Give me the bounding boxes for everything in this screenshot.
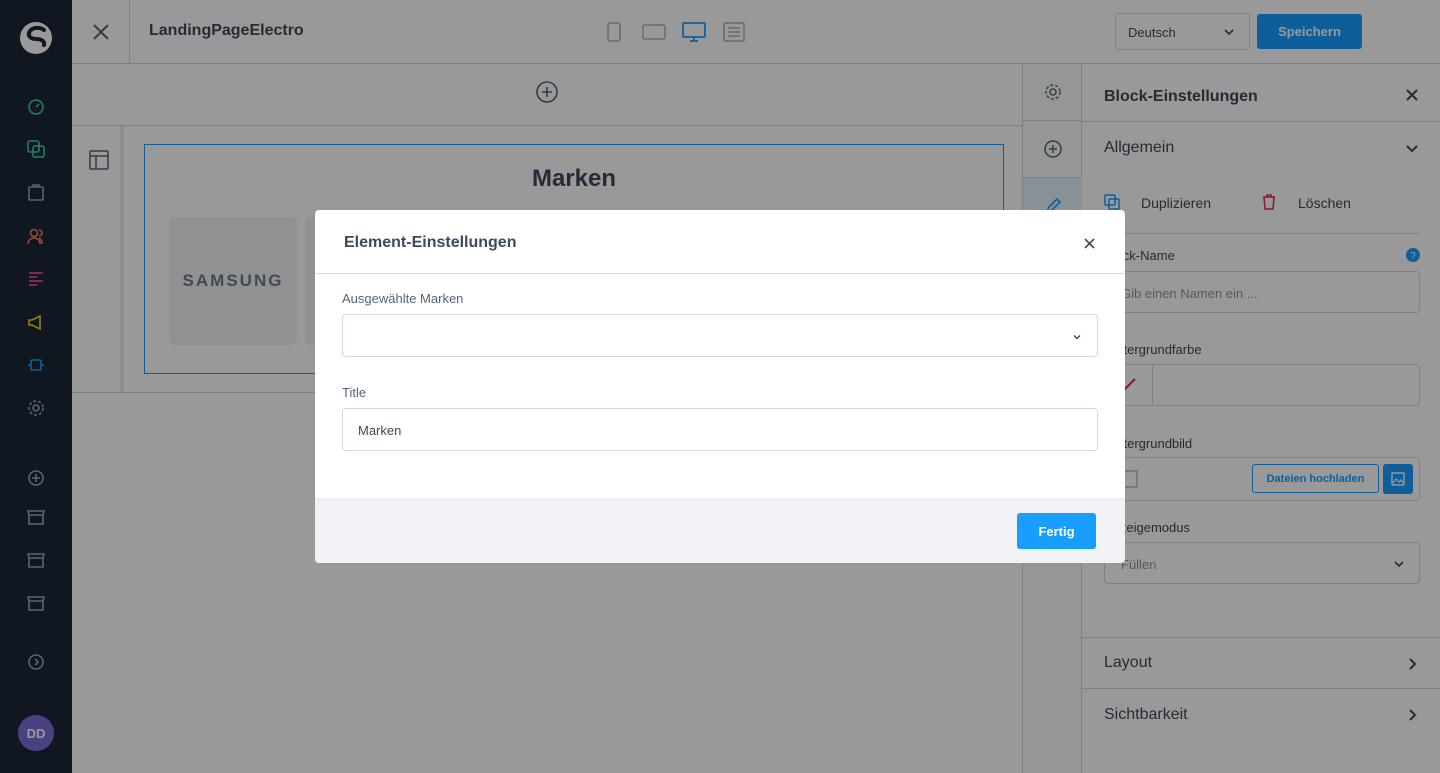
brands-label: Ausgewählte Marken xyxy=(342,291,464,306)
element-settings-modal: Element-Einstellungen Ausgewählte Marken… xyxy=(315,210,1125,563)
title-input[interactable]: Marken xyxy=(342,408,1098,451)
modal-header: Element-Einstellungen xyxy=(315,210,1125,274)
done-button[interactable]: Fertig xyxy=(1017,513,1096,549)
chevron-down-icon xyxy=(1071,330,1083,346)
close-modal-icon[interactable] xyxy=(1084,236,1095,254)
modal-title: Element-Einstellungen xyxy=(344,234,517,251)
brands-multiselect[interactable] xyxy=(342,314,1098,357)
modal-footer: Fertig xyxy=(315,498,1125,563)
title-label: Title xyxy=(342,385,367,400)
